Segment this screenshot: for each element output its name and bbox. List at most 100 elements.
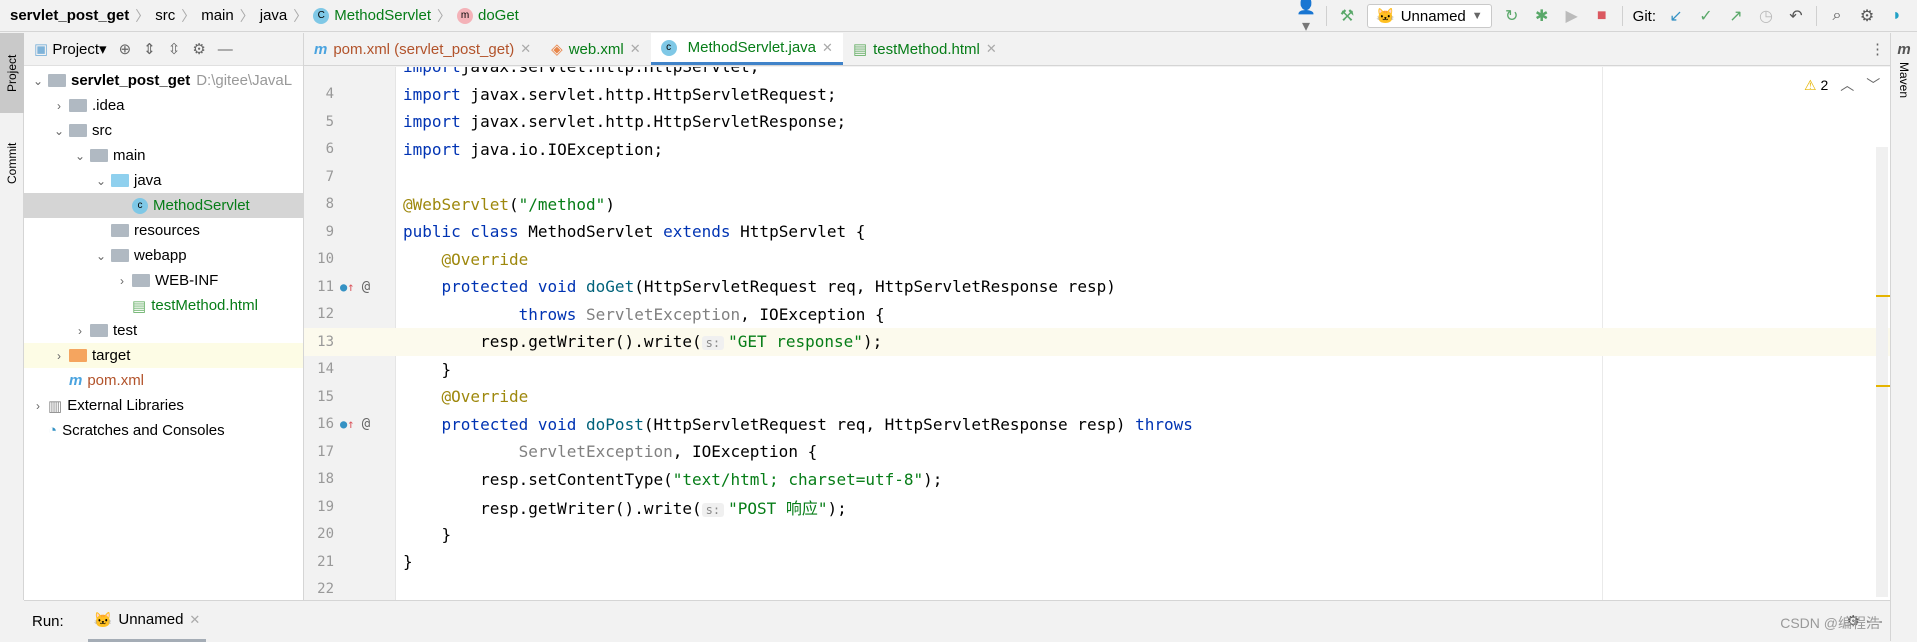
debug-icon[interactable]: ✱ bbox=[1532, 6, 1552, 26]
code-line[interactable]: 14 } bbox=[304, 356, 1890, 384]
expand-arrow-icon[interactable]: › bbox=[49, 99, 69, 113]
run-tab-unnamed[interactable]: 🐱 Unnamed ✕ bbox=[87, 601, 207, 642]
breadcrumb-java[interactable]: java bbox=[260, 7, 288, 24]
previous-issue-icon[interactable]: ︿ bbox=[1840, 75, 1854, 95]
locate-icon[interactable]: ⊕ bbox=[119, 40, 132, 58]
code-line[interactable]: 11 ●↑ @ protected void doGet(HttpServletR… bbox=[304, 273, 1890, 301]
maven-icon[interactable]: m bbox=[1891, 41, 1917, 58]
warning-marker[interactable] bbox=[1876, 295, 1890, 297]
tab-pom-xml[interactable]: m pom.xml (servlet_post_get) ✕ bbox=[304, 33, 541, 65]
project-tool-tab[interactable]: Project bbox=[0, 33, 24, 113]
vertical-scrollbar[interactable] bbox=[1876, 147, 1888, 597]
override-gutter-icon[interactable]: ●↑ @ bbox=[340, 279, 370, 295]
breadcrumb-main[interactable]: main bbox=[201, 7, 234, 24]
expand-arrow-icon[interactable]: ⌄ bbox=[91, 174, 111, 188]
code-line[interactable]: 20 } bbox=[304, 521, 1890, 549]
code-editor[interactable]: importjavax.servlet.http.HttpServlet;4im… bbox=[304, 67, 1890, 600]
code-line[interactable]: 5 import javax.servlet.http.HttpServletRe… bbox=[304, 108, 1890, 136]
code-line[interactable]: 12 throws ServletException, IOException … bbox=[304, 301, 1890, 329]
breadcrumb-project[interactable]: servlet_post_get bbox=[10, 7, 129, 24]
code-token: @WebServlet bbox=[403, 194, 509, 214]
git-update-icon[interactable]: ↙ bbox=[1666, 6, 1686, 26]
tab-web-xml[interactable]: ◈ web.xml ✕ bbox=[541, 33, 650, 65]
code-line[interactable]: 6 import java.io.IOException; bbox=[304, 136, 1890, 164]
tree-item[interactable]: ⌄ webapp bbox=[24, 243, 303, 268]
git-push-icon[interactable]: ↗ bbox=[1726, 6, 1746, 26]
code-line[interactable]: 10 @Override bbox=[304, 246, 1890, 274]
code-line[interactable]: 22 bbox=[304, 576, 1890, 601]
code-line[interactable]: 7 bbox=[304, 163, 1890, 191]
code-line[interactable]: 18 resp.setContentType("text/html; chars… bbox=[304, 466, 1890, 494]
inspection-widget[interactable]: ⚠ 2 ︿ ﹀ bbox=[1804, 75, 1880, 95]
expand-arrow-icon[interactable]: ⌄ bbox=[70, 149, 90, 163]
rerun-icon[interactable]: ↻ bbox=[1502, 6, 1522, 26]
rollback-icon[interactable]: ↶ bbox=[1786, 6, 1806, 26]
expand-arrow-icon[interactable]: › bbox=[70, 324, 90, 338]
tree-item[interactable]: ⌄ main bbox=[24, 143, 303, 168]
code-text: import java.io.IOException; bbox=[403, 140, 663, 159]
maven-tool-tab[interactable]: Maven bbox=[1892, 62, 1916, 98]
git-commit-icon[interactable]: ✓ bbox=[1696, 6, 1716, 26]
tree-item[interactable]: ⌄ servlet_post_get D:\gitee\JavaL bbox=[24, 68, 303, 93]
project-view-dropdown[interactable]: ▣ Project▾ bbox=[34, 40, 107, 58]
close-icon[interactable]: ✕ bbox=[822, 40, 833, 56]
expand-arrow-icon[interactable]: ⌄ bbox=[91, 249, 111, 263]
code-line[interactable]: 15 @Override bbox=[304, 383, 1890, 411]
override-gutter-icon[interactable]: ●↑ @ bbox=[340, 416, 370, 432]
tree-item[interactable]: ⌄ java bbox=[24, 168, 303, 193]
tab-testmethod-html[interactable]: ▤ testMethod.html ✕ bbox=[843, 33, 1007, 65]
gear-icon[interactable]: ⚙ bbox=[192, 40, 205, 58]
tree-item[interactable]: ◔ Scratches and Consoles bbox=[24, 418, 303, 443]
more-tabs-icon[interactable]: ⋮ bbox=[1870, 40, 1885, 58]
search-icon[interactable]: ⌕ bbox=[1827, 7, 1847, 25]
stop-icon[interactable]: ■ bbox=[1592, 7, 1612, 25]
code-line[interactable]: 19 resp.getWriter().write(s: "POST 响应"); bbox=[304, 493, 1890, 521]
tree-item[interactable]: ⌄ src bbox=[24, 118, 303, 143]
code-line[interactable]: 4 import javax.servlet.http.HttpServletRe… bbox=[304, 81, 1890, 109]
expand-arrow-icon[interactable]: ⌄ bbox=[28, 74, 48, 88]
tree-item[interactable]: resources bbox=[24, 218, 303, 243]
tree-item[interactable]: › WEB-INF bbox=[24, 268, 303, 293]
tree-item[interactable]: c MethodServlet bbox=[24, 193, 303, 218]
tree-item[interactable]: › target bbox=[24, 343, 303, 368]
tree-item[interactable]: › ▥ External Libraries bbox=[24, 393, 303, 418]
expand-all-icon[interactable]: ⇕ bbox=[143, 40, 156, 58]
close-icon[interactable]: ✕ bbox=[986, 41, 997, 57]
hide-icon[interactable]: — bbox=[218, 41, 233, 58]
breadcrumb-class[interactable]: MethodServlet bbox=[334, 7, 431, 24]
code-line[interactable]: 8 @WebServlet("/method") bbox=[304, 191, 1890, 219]
commit-tool-tab[interactable]: Commit bbox=[0, 123, 24, 203]
next-issue-icon[interactable]: ﹀ bbox=[1866, 75, 1880, 95]
breadcrumb-method[interactable]: doGet bbox=[478, 7, 519, 24]
code-line[interactable]: 17 ServletException, IOException { bbox=[304, 438, 1890, 466]
close-icon[interactable]: ✕ bbox=[189, 612, 200, 628]
code-line[interactable]: 9 public class MethodServlet extends Http… bbox=[304, 218, 1890, 246]
code-line[interactable]: 13 resp.getWriter().write(s: "GET respons… bbox=[304, 328, 1890, 356]
close-icon[interactable]: ✕ bbox=[630, 41, 641, 57]
warning-marker[interactable] bbox=[1876, 385, 1890, 387]
tree-item[interactable]: ▤ testMethod.html bbox=[24, 293, 303, 318]
tree-item[interactable]: › test bbox=[24, 318, 303, 343]
run-config-dropdown[interactable]: 🐱 Unnamed ▼ bbox=[1367, 4, 1492, 28]
history-icon[interactable]: ◷ bbox=[1756, 6, 1776, 26]
code-line[interactable]: 16 ●↑ @ protected void doPost(HttpServlet… bbox=[304, 411, 1890, 439]
code-with-me-icon[interactable]: ◗ bbox=[1887, 7, 1907, 25]
coverage-icon[interactable]: ▶ bbox=[1562, 6, 1582, 26]
line-number: 20 bbox=[317, 526, 334, 543]
tree-item[interactable]: m pom.xml bbox=[24, 368, 303, 393]
tab-methodservlet-java[interactable]: c MethodServlet.java ✕ bbox=[650, 33, 843, 65]
expand-arrow-icon[interactable]: › bbox=[28, 399, 48, 413]
tree-item[interactable]: › .idea bbox=[24, 93, 303, 118]
breadcrumb-src[interactable]: src bbox=[155, 7, 175, 24]
build-hammer-icon[interactable]: ⚒ bbox=[1337, 6, 1357, 26]
watermark: CSDN @编程浩 bbox=[1780, 615, 1880, 631]
code-line[interactable]: importjavax.servlet.http.HttpServlet; bbox=[304, 67, 1890, 81]
expand-arrow-icon[interactable]: › bbox=[49, 349, 69, 363]
expand-arrow-icon[interactable]: › bbox=[112, 274, 132, 288]
close-icon[interactable]: ✕ bbox=[520, 41, 531, 57]
collapse-all-icon[interactable]: ⇳ bbox=[168, 40, 181, 58]
code-line[interactable]: 21} bbox=[304, 548, 1890, 576]
expand-arrow-icon[interactable]: ⌄ bbox=[49, 124, 69, 138]
user-icon[interactable]: 👤▾ bbox=[1296, 0, 1316, 36]
gear-icon[interactable]: ⚙ bbox=[1857, 6, 1877, 26]
